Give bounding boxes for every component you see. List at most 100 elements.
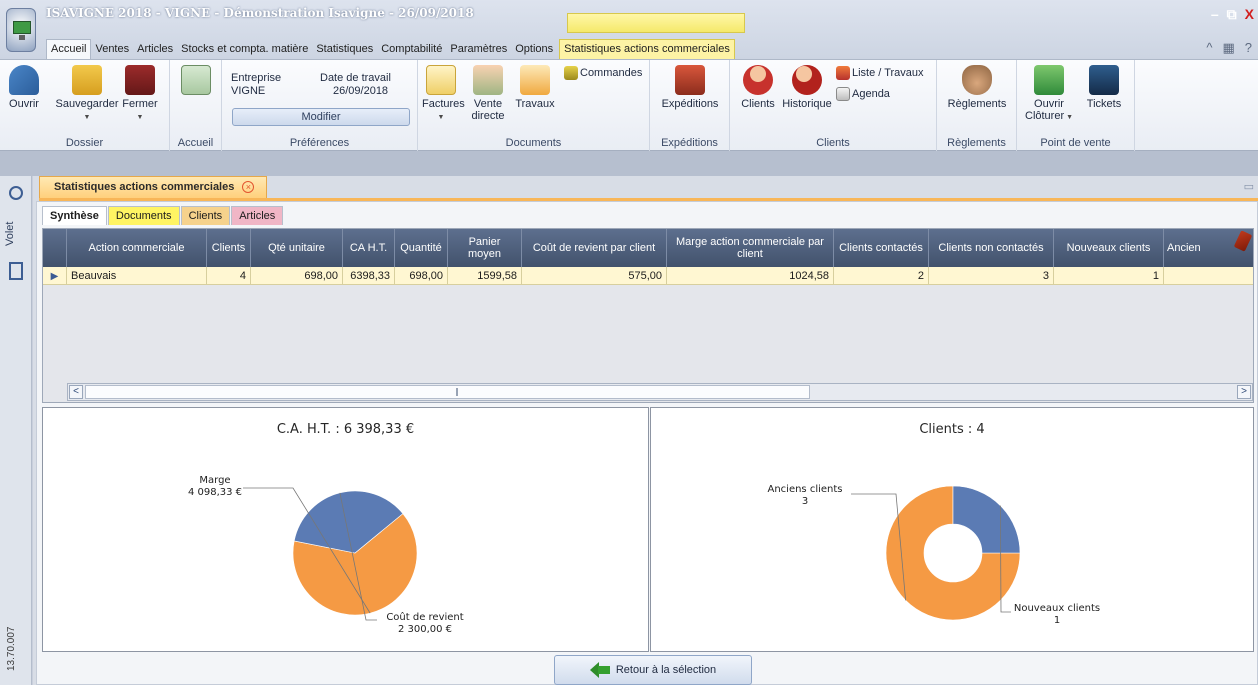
- subtab-clients[interactable]: Clients: [180, 206, 231, 225]
- agenda-button[interactable]: Agenda: [836, 87, 916, 101]
- col-quantite[interactable]: Quantité: [395, 229, 448, 267]
- col-nouveaux-clients[interactable]: Nouveaux clients: [1054, 229, 1164, 267]
- tab-articles[interactable]: Articles: [133, 40, 177, 59]
- clients-donut-chart: Clients : 4 Anciens clients 3 Nouveaux cli…: [650, 407, 1254, 652]
- table-row[interactable]: ▶ Beauvais 4 698,00 6398,33 698,00 1599,…: [43, 267, 1253, 285]
- tab-parametres[interactable]: Paramètres: [446, 40, 511, 59]
- col-marge[interactable]: Marge action commerciale par client: [667, 229, 834, 267]
- cell-panier-moyen: 1599,58: [448, 267, 522, 285]
- window-title: ISAVIGNE 2018 - VIGNE - Démonstration Is…: [46, 6, 474, 20]
- version-label: 13.70.007: [6, 626, 17, 672]
- subtab-documents[interactable]: Documents: [107, 206, 180, 225]
- stats-grid: Action commerciale Clients Qté unitaire …: [42, 228, 1254, 403]
- ribbon-group-accueil: Accueil: [170, 60, 222, 152]
- slice-nouveaux-clients[interactable]: [952, 485, 1021, 554]
- open-close-register-button[interactable]: Ouvrir Clôturer ▼: [1023, 65, 1075, 124]
- group-label-accueil: Accueil: [177, 137, 214, 149]
- col-clients[interactable]: Clients: [207, 229, 251, 267]
- expeditions-button[interactable]: Expéditions: [660, 65, 720, 110]
- row-indicator-icon: ▶: [43, 267, 67, 285]
- close-tab-icon[interactable]: ×: [242, 181, 255, 193]
- back-button-label: Retour à la sélection: [615, 664, 717, 676]
- tab-stocks[interactable]: Stocks et compta. matière: [177, 40, 312, 59]
- direct-sale-button[interactable]: Vente directe: [468, 65, 508, 122]
- save-button[interactable]: Sauvegarder ▼: [52, 65, 122, 124]
- open-icon: [9, 65, 39, 95]
- modify-preferences-button[interactable]: Modifier: [232, 108, 410, 126]
- title-bar: ISAVIGNE 2018 - VIGNE - Démonstration Is…: [0, 0, 1258, 60]
- power-icon[interactable]: [9, 186, 23, 200]
- tab-comptabilite[interactable]: Comptabilité: [377, 40, 446, 59]
- company-value: VIGNE: [231, 85, 266, 97]
- clients-button[interactable]: Clients: [738, 65, 778, 110]
- client-person-icon: [743, 65, 773, 95]
- calculator-icon[interactable]: ▦: [1222, 40, 1234, 56]
- horizontal-scrollbar[interactable]: < >: [67, 383, 1253, 401]
- open-button[interactable]: Ouvrir: [4, 65, 44, 110]
- restore-button[interactable]: ⧉: [1227, 6, 1237, 23]
- document-tab[interactable]: Statistiques actions commerciales ×: [39, 176, 268, 198]
- grid-header: Action commerciale Clients Qté unitaire …: [43, 229, 1253, 267]
- close-file-button[interactable]: Fermer ▼: [120, 65, 160, 124]
- close-window-button[interactable]: X: [1245, 6, 1254, 23]
- slice-value: 1: [1054, 615, 1060, 626]
- ribbon-group-dossier: Ouvrir Sauvegarder ▼ Fermer ▼ Dossier: [0, 60, 170, 152]
- work-date-label: Date de travail: [320, 72, 391, 84]
- slice-value: 4 098,33 €: [188, 487, 242, 498]
- cell-ca-ht: 6398,33: [343, 267, 395, 285]
- pos-terminal-icon: [1089, 65, 1119, 95]
- tab-statistiques-actions[interactable]: Statistiques actions commerciales: [559, 39, 735, 59]
- pen-icon: [564, 66, 578, 80]
- scroll-right-button[interactable]: >: [1237, 385, 1251, 399]
- col-clients-non-contactes[interactable]: Clients non contactés: [929, 229, 1054, 267]
- tab-options[interactable]: Options: [511, 40, 557, 59]
- cash-icon: [1034, 65, 1064, 95]
- revenue-pie-svg: Marge4 098,33 € Coût de revient2 300,00 €: [188, 475, 464, 635]
- pin-icon[interactable]: [9, 262, 23, 280]
- ribbon: Ouvrir Sauvegarder ▼ Fermer ▼ Dossier Accu…: [0, 59, 1258, 152]
- col-qte-unitaire[interactable]: Qté unitaire: [251, 229, 343, 267]
- exit-door-icon: [125, 65, 155, 95]
- ribbon-bottom-band: [0, 151, 1258, 176]
- volet-toggle[interactable]: Volet: [4, 214, 28, 254]
- collapse-ribbon-icon[interactable]: ^: [1206, 40, 1212, 56]
- tab-accueil[interactable]: Accueil: [46, 39, 92, 59]
- document-window-icons: ▭: [1244, 180, 1254, 193]
- ribbon-group-clients: Clients Historique Liste / Travaux Agend…: [730, 60, 937, 152]
- help-icon[interactable]: ?: [1245, 40, 1252, 56]
- tickets-button[interactable]: Tickets: [1081, 65, 1127, 110]
- slice-value: 3: [802, 496, 808, 507]
- scroll-left-button[interactable]: <: [69, 385, 83, 399]
- minimize-button[interactable]: –: [1211, 6, 1219, 23]
- orders-button[interactable]: Commandes: [564, 66, 644, 80]
- group-label-expeditions: Expéditions: [661, 137, 718, 149]
- clients-donut-svg: Anciens clients3 Nouveaux clients1: [767, 484, 1100, 626]
- subtab-synthese[interactable]: Synthèse: [42, 206, 107, 225]
- scroll-thumb[interactable]: [85, 385, 810, 399]
- back-to-selection-button[interactable]: Retour à la sélection: [554, 655, 752, 685]
- works-button[interactable]: Travaux: [514, 65, 556, 110]
- tab-statistiques[interactable]: Statistiques: [312, 40, 377, 59]
- cell-quantite: 698,00: [395, 267, 448, 285]
- invoices-button[interactable]: Factures ▼: [422, 65, 465, 124]
- people-icon: [836, 66, 850, 80]
- subtab-articles[interactable]: Articles: [231, 206, 284, 225]
- list-works-button[interactable]: Liste / Travaux: [836, 66, 936, 80]
- reglements-button[interactable]: Règlements: [945, 65, 1009, 110]
- cell-nouveaux-clients: 1: [1054, 267, 1164, 285]
- cell-clients-contactes: 2: [834, 267, 929, 285]
- col-action-commerciale[interactable]: Action commerciale: [67, 229, 207, 267]
- history-button[interactable]: Historique: [780, 65, 834, 110]
- folder-icon[interactable]: ▭: [1244, 181, 1254, 193]
- col-cout-revient[interactable]: Coût de revient par client: [522, 229, 667, 267]
- ribbon-group-point-de-vente: Ouvrir Clôturer ▼ Tickets Point de vente: [1017, 60, 1135, 152]
- col-panier-moyen[interactable]: Panier moyen: [448, 229, 522, 267]
- col-clients-contactes[interactable]: Clients contactés: [834, 229, 929, 267]
- app-logo-icon[interactable]: [6, 8, 36, 52]
- home-dashboard-button[interactable]: [180, 65, 212, 98]
- tab-ventes[interactable]: Ventes: [91, 40, 133, 59]
- cell-qte-unitaire: 698,00: [251, 267, 343, 285]
- col-ca-ht[interactable]: CA H.T.: [343, 229, 395, 267]
- save-icon: [72, 65, 102, 95]
- slice-label: Coût de revient: [386, 611, 463, 623]
